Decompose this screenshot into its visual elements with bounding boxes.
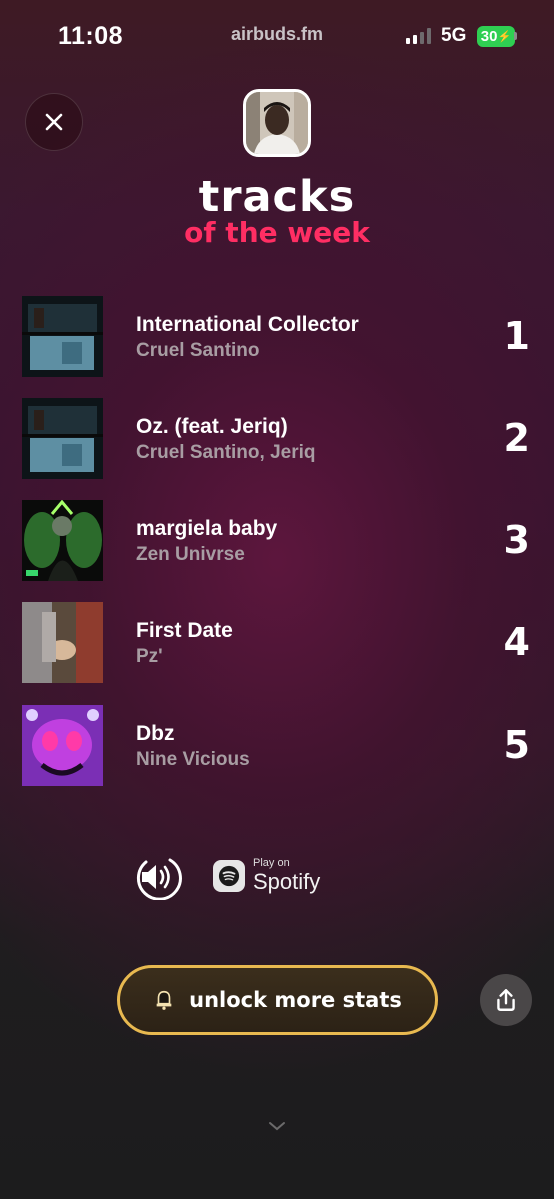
- track-name: International Collector: [136, 313, 359, 336]
- track-artist: Cruel Santino: [136, 340, 260, 361]
- spotify-label: Play on Spotify: [253, 858, 320, 893]
- album-cover: [22, 602, 103, 683]
- volume-button[interactable]: [136, 854, 182, 901]
- track-name: Oz. (feat. Jeriq): [136, 415, 288, 438]
- chevron-down-icon[interactable]: [268, 1120, 286, 1132]
- album-cover: [22, 705, 103, 786]
- spotify-name: Spotify: [253, 869, 321, 894]
- track-row-2[interactable]: Oz. (feat. Jeriq) Cruel Santino, Jeriq 2: [22, 398, 530, 480]
- spotify-play-on: Play on: [253, 857, 290, 869]
- battery-level: 30: [480, 28, 498, 45]
- album-cover: [22, 500, 103, 581]
- track-rank: 3: [503, 518, 530, 562]
- close-button[interactable]: [25, 93, 83, 151]
- avatar[interactable]: [243, 89, 311, 157]
- album-cover: [22, 296, 103, 377]
- track-artist: Cruel Santino, Jeriq: [136, 442, 316, 463]
- track-name: First Date: [136, 619, 233, 642]
- signal-icon: [406, 28, 431, 44]
- track-rank: 1: [503, 314, 530, 358]
- battery-icon: 30 ⚡: [477, 26, 515, 47]
- track-rank: 5: [503, 723, 530, 767]
- track-row-1[interactable]: International Collector Cruel Santino 1: [22, 296, 530, 378]
- track-row-3[interactable]: margiela baby Zen Univrse 3: [22, 500, 530, 582]
- speaker-icon: [136, 858, 182, 901]
- track-artist: Zen Univrse: [136, 544, 245, 565]
- unlock-more-stats-button[interactable]: unlock more stats: [117, 965, 438, 1035]
- unlock-label: unlock more stats: [189, 988, 402, 1012]
- spotify-logo-icon: [213, 859, 245, 892]
- battery-cap: [514, 32, 517, 40]
- share-icon: [497, 989, 515, 1011]
- track-rank: 2: [503, 416, 530, 460]
- track-artist: Pz': [136, 646, 163, 667]
- track-artist: Nine Vicious: [136, 749, 250, 770]
- page-subtitle: of the week: [184, 216, 370, 249]
- track-name: margiela baby: [136, 517, 278, 540]
- track-row-4[interactable]: First Date Pz' 4: [22, 602, 530, 684]
- track-row-5[interactable]: Dbz Nine Vicious 5: [22, 705, 530, 787]
- close-icon: [45, 113, 63, 131]
- network-label: 5G: [441, 25, 467, 46]
- avatar-photo: [246, 92, 308, 154]
- page-title: tracks: [198, 172, 356, 222]
- status-url[interactable]: airbuds.fm: [0, 24, 554, 45]
- bell-icon: [156, 990, 172, 1010]
- track-rank: 4: [503, 620, 530, 664]
- album-cover: [22, 398, 103, 479]
- play-on-spotify-button[interactable]: Play on Spotify: [213, 858, 320, 893]
- track-name: Dbz: [136, 722, 175, 745]
- share-button[interactable]: [480, 974, 532, 1026]
